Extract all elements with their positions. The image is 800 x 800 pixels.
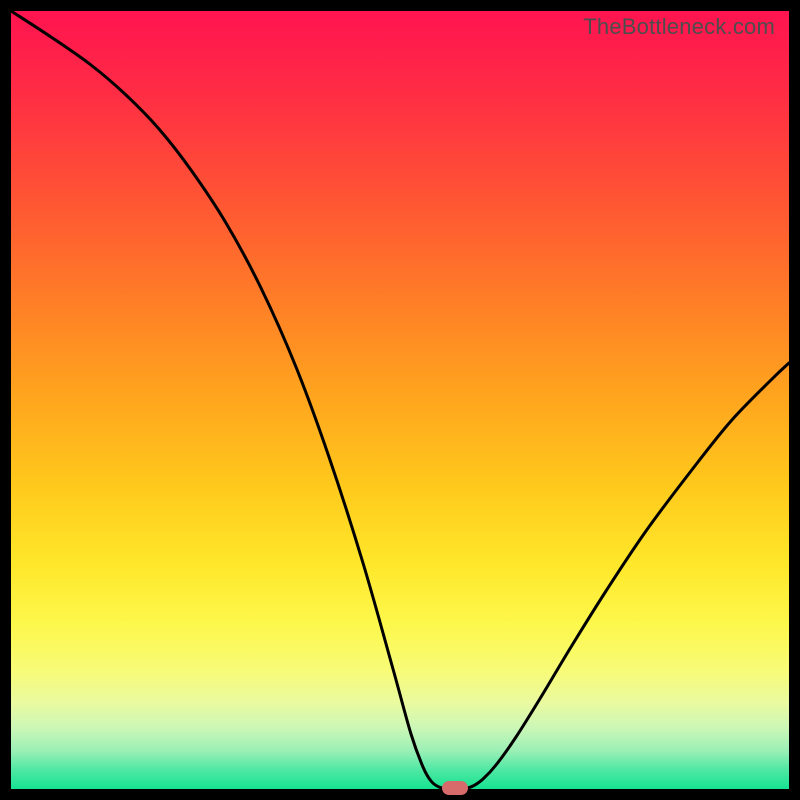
chart-plot-area: TheBottleneck.com [11,11,789,789]
optimal-marker [442,781,468,795]
watermark-text: TheBottleneck.com [583,14,775,40]
bottleneck-curve [11,11,789,789]
chart-frame: TheBottleneck.com [0,0,800,800]
